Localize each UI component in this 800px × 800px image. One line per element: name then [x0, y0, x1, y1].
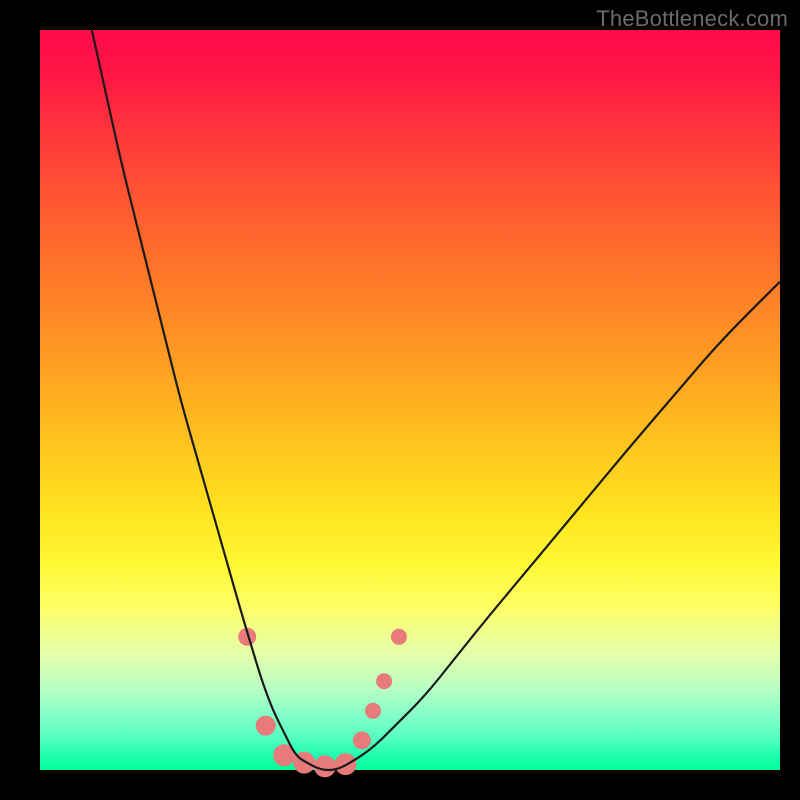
bottleneck-curve	[92, 30, 780, 770]
marker-dot	[376, 673, 392, 689]
marker-dot	[365, 703, 381, 719]
marker-dot	[314, 755, 336, 777]
marker-dot	[353, 731, 371, 749]
marker-dot	[256, 716, 276, 736]
markers-layer	[238, 628, 407, 778]
chart-svg	[40, 30, 780, 770]
plot-area	[40, 30, 780, 770]
chart-frame: TheBottleneck.com	[0, 0, 800, 800]
marker-dot	[391, 629, 407, 645]
watermark-text: TheBottleneck.com	[596, 6, 788, 32]
